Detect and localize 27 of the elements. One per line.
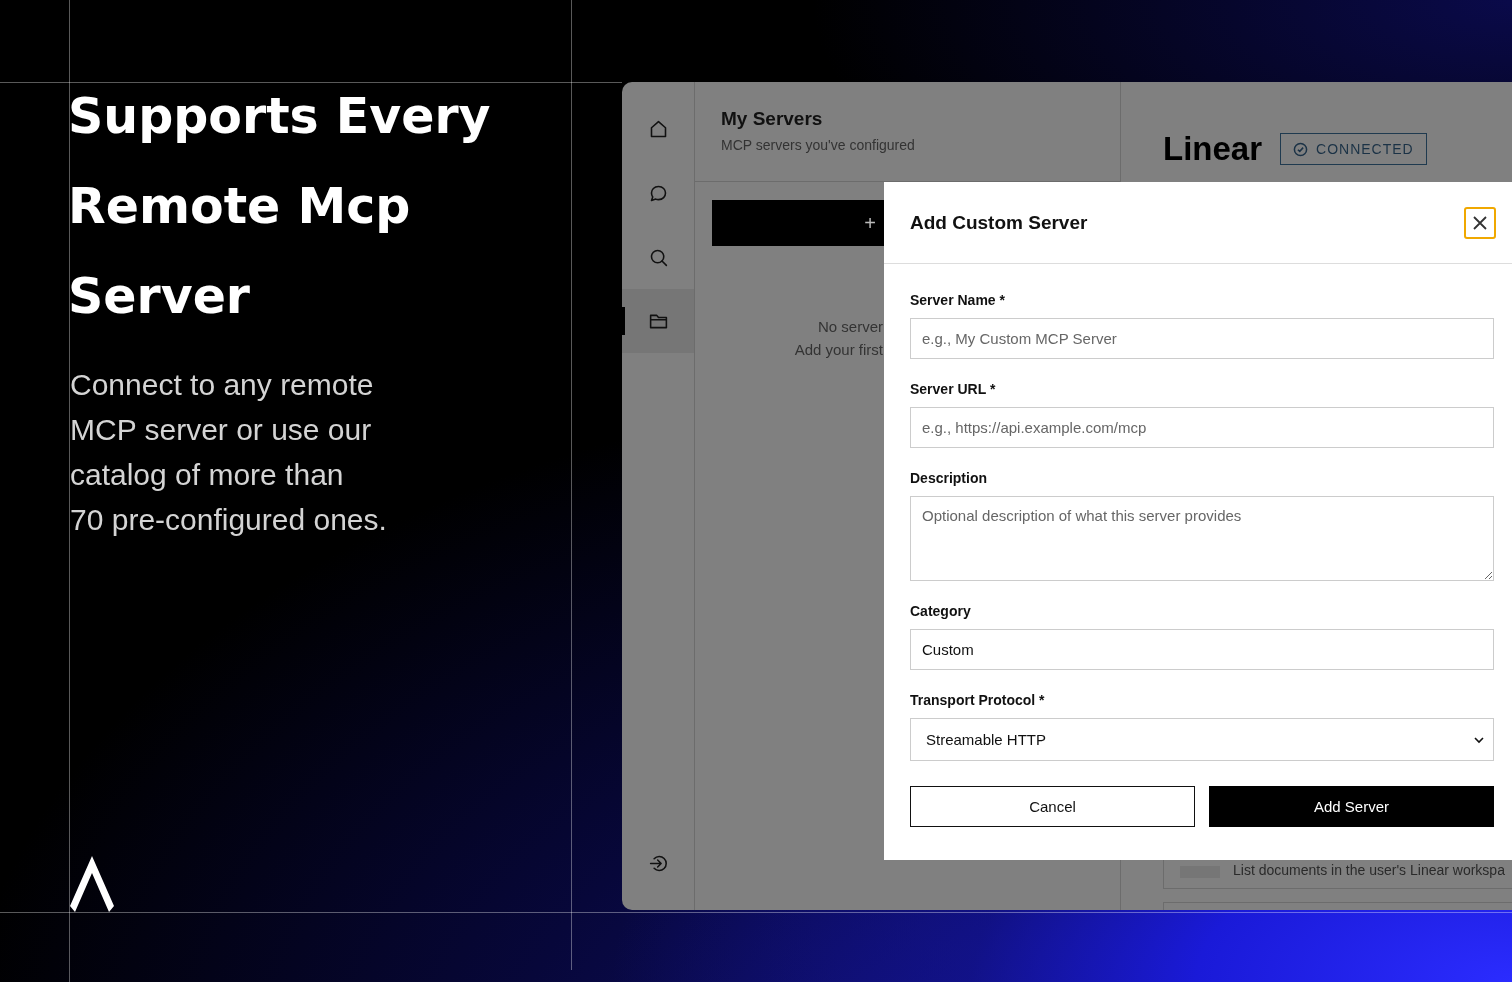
- check-circle-icon: [1293, 141, 1309, 157]
- field-label: Category: [910, 603, 972, 621]
- close-button[interactable]: [1464, 206, 1496, 239]
- hero-description: Connect to any remote MCP server or use our catalog of more than 70 pre-configured ones.: [70, 367, 388, 538]
- empty-state-text: Add your first: [794, 341, 883, 358]
- text-field[interactable]: e.g., My Custom MCP Server: [910, 318, 1494, 359]
- field-label: Description: [910, 470, 988, 488]
- field-label: Transport Protocol *: [910, 692, 1046, 710]
- tool-description: List documents in the user's Linear workspa: [1233, 862, 1505, 878]
- submit-button[interactable]: Add Server: [1209, 786, 1494, 827]
- modal-title: Add Custom Server: [910, 211, 1088, 234]
- select-field[interactable]: Streamable HTTP: [910, 718, 1494, 761]
- text-field[interactable]: Custom: [910, 629, 1494, 670]
- empty-state-text: No server: [817, 318, 883, 335]
- field-label: Server Name *: [910, 292, 1006, 310]
- close-icon: [1473, 215, 1487, 230]
- server-title: Linear: [1163, 130, 1263, 168]
- text-field[interactable]: e.g., https://api.example.com/mcp: [910, 407, 1494, 448]
- cancel-button[interactable]: Cancel: [910, 786, 1195, 827]
- field-label: Server URL *: [910, 381, 997, 399]
- status-badge: CONNECTED: [1280, 133, 1427, 165]
- logo-icon: [70, 856, 114, 912]
- description-field[interactable]: Optional description of what this server provides: [910, 496, 1494, 581]
- nav-item[interactable]: [622, 289, 694, 353]
- panel-title: My Servers: [721, 108, 824, 130]
- panel-subtitle: MCP servers you've configured: [721, 137, 916, 153]
- hero-heading: Supports Every Remote Mcp Server: [68, 87, 492, 327]
